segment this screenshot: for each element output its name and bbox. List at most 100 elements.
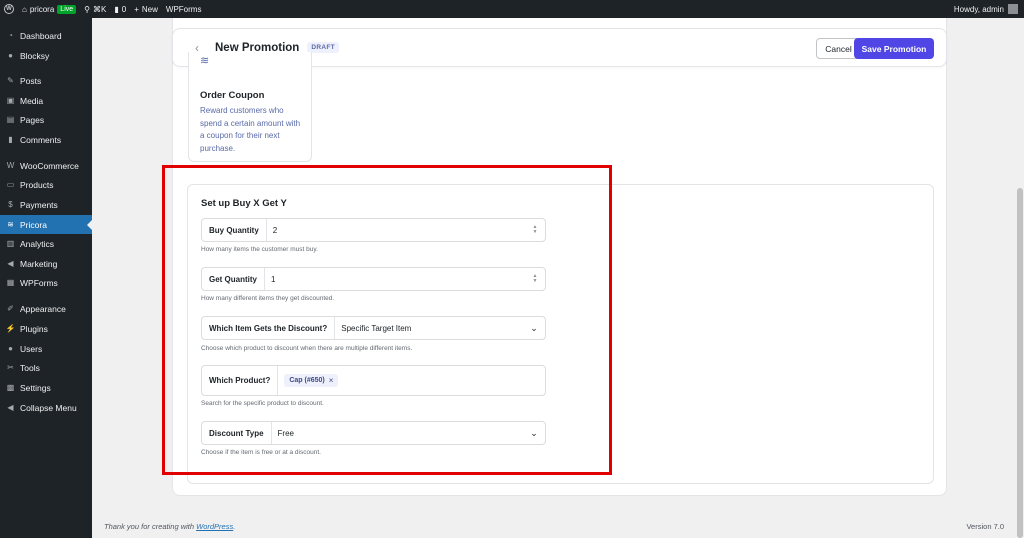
comment-icon: ▮ [8, 135, 13, 144]
coupon-description: Reward customers who spend a certain amo… [200, 106, 301, 153]
buy-quantity-input[interactable]: 2 [267, 219, 530, 241]
sidebar-item-label: Pages [20, 114, 45, 125]
collapse-icon: ◀ [7, 403, 14, 412]
admin-sidebar: ◔ Dashboard ● Blocksy ✎ Posts ▣ Media ▤ Pages… [0, 18, 92, 538]
sidebar-item-label: Settings [20, 382, 51, 393]
buy-x-get-y-section: Set up Buy X Get Y Buy Quantity 2 ▲ ▼ How… [187, 184, 934, 484]
sidebar-item-wpforms[interactable]: ▦ WPForms [0, 273, 92, 292]
quantity-stepper[interactable]: ▲ ▼ [530, 268, 540, 290]
payments-icon: $ [8, 200, 13, 209]
product-search-input[interactable]: Cap (#650) × [278, 366, 545, 395]
sidebar-item-posts[interactable]: ✎ Posts [0, 71, 92, 90]
analytics-icon: ▥ [6, 239, 15, 248]
footer-thanks-prefix: Thank you for creating with [104, 522, 197, 531]
sidebar-item-label: Marketing [20, 258, 58, 269]
megaphone-icon: ◀ [7, 259, 14, 268]
get-quantity-field[interactable]: Get Quantity 1 ▲ ▼ [201, 267, 546, 291]
stepper-down-icon: ▼ [532, 278, 538, 284]
sidebar-item-pricora[interactable]: ≋ Pricora [0, 215, 92, 234]
blocksy-icon: ● [8, 51, 13, 60]
discount-type-help: Choose if the item is free or at a disco… [201, 449, 321, 456]
page-icon: ▤ [6, 115, 15, 124]
admin-bar: W ⌂ pricora Live ⚲ ⌘K ▮ 0 + New WPForms … [0, 0, 1024, 18]
howdy-label: Howdy, admin [953, 4, 1004, 14]
discount-type-value[interactable]: Free [272, 422, 527, 444]
sidebar-item-dashboard[interactable]: ◔ Dashboard [0, 26, 92, 45]
sidebar-item-woocommerce[interactable]: W WooCommerce [0, 156, 92, 175]
quantity-stepper[interactable]: ▲ ▼ [530, 219, 540, 241]
wordpress-logo-menu[interactable]: W [0, 0, 18, 18]
search-icon: ⚲ [84, 4, 90, 14]
get-quantity-input[interactable]: 1 [265, 268, 530, 290]
footer-thanks-suffix: . [233, 522, 236, 531]
comments-count: 0 [121, 4, 127, 14]
sidebar-item-media[interactable]: ▣ Media [0, 91, 92, 110]
plugin-icon: ⚡ [5, 324, 16, 333]
sidebar-item-label: Users [20, 343, 43, 354]
sidebar-item-payments[interactable]: $ Payments [0, 195, 92, 214]
avatar [1008, 4, 1018, 14]
which-item-select[interactable]: Which Item Gets the Discount? Specific T… [201, 316, 546, 340]
account-menu[interactable]: Howdy, admin [954, 4, 1024, 14]
chevron-down-icon[interactable]: ⌄ [527, 422, 541, 444]
sidebar-item-label: Products [20, 179, 54, 190]
save-promotion-button[interactable]: Save Promotion [854, 38, 934, 59]
sidebar-item-plugins[interactable]: ⚡ Plugins [0, 319, 92, 338]
which-product-help: Search for the specific product to disco… [201, 400, 324, 407]
discount-type-select[interactable]: Discount Type Free ⌄ [201, 421, 546, 445]
get-quantity-help: How many different items they get discou… [201, 295, 335, 302]
wpforms-menu[interactable]: WPForms [162, 0, 206, 18]
sidebar-item-users[interactable]: ● Users [0, 339, 92, 358]
sidebar-item-comments[interactable]: ▮ Comments [0, 130, 92, 149]
wordpress-icon: W [4, 4, 14, 14]
dashboard-icon: ◔ [8, 31, 13, 40]
comments-menu[interactable]: ▮ 0 [110, 0, 130, 18]
sidebar-item-settings[interactable]: ▩ Settings [0, 378, 92, 397]
collapse-menu-button[interactable]: ◀ Collapse Menu [0, 398, 92, 417]
sidebar-item-label: WooCommerce [20, 160, 79, 171]
buy-quantity-label: Buy Quantity [202, 219, 267, 241]
status-badge: DRAFT [307, 42, 339, 53]
sidebar-item-tools[interactable]: ✂ Tools [0, 358, 92, 377]
brush-icon: ✐ [7, 304, 14, 313]
plus-icon: + [134, 4, 139, 14]
sidebar-item-label: Blocksy [20, 50, 50, 61]
new-content-menu[interactable]: + New [130, 0, 162, 18]
pin-icon: ✎ [7, 76, 14, 85]
scrollbar-thumb[interactable] [1017, 188, 1023, 538]
sidebar-item-label: Analytics [20, 238, 55, 249]
shortcut-label: ⌘K [93, 4, 107, 14]
products-icon: ▭ [6, 180, 15, 189]
remove-tag-icon[interactable]: × [329, 376, 334, 385]
settings-icon: ▩ [6, 383, 15, 392]
sidebar-item-label: Comments [20, 134, 62, 145]
sidebar-item-products[interactable]: ▭ Products [0, 175, 92, 194]
sidebar-item-appearance[interactable]: ✐ Appearance [0, 299, 92, 318]
site-name: pricora [29, 4, 55, 14]
page-scrollbar[interactable] [1016, 18, 1024, 538]
media-icon: ▣ [6, 96, 15, 105]
buy-quantity-help: How many items the customer must buy. [201, 246, 318, 253]
chevron-down-icon[interactable]: ⌄ [527, 317, 541, 339]
sidebar-item-pages[interactable]: ▤ Pages [0, 110, 92, 129]
woocommerce-icon: W [6, 161, 15, 170]
section-title: Set up Buy X Get Y [201, 198, 287, 209]
sidebar-item-label: Media [20, 95, 44, 106]
product-tag: Cap (#650) × [284, 374, 339, 387]
footer-thanks: Thank you for creating with WordPress. [104, 522, 235, 531]
order-coupon-card[interactable]: ≋ Order Coupon Reward customers who spen… [188, 52, 312, 162]
which-item-help: Choose which product to discount when th… [201, 345, 413, 352]
sidebar-item-blocksy[interactable]: ● Blocksy [0, 46, 92, 65]
buy-quantity-field[interactable]: Buy Quantity 2 ▲ ▼ [201, 218, 546, 242]
site-name-menu[interactable]: ⌂ pricora Live [18, 0, 80, 18]
wpforms-icon: ▦ [6, 278, 15, 287]
wordpress-link[interactable]: WordPress [196, 522, 233, 531]
sidebar-item-analytics[interactable]: ▥ Analytics [0, 234, 92, 253]
pricora-icon: ≋ [7, 220, 14, 229]
sidebar-item-marketing[interactable]: ◀ Marketing [0, 254, 92, 273]
which-product-field[interactable]: Which Product? Cap (#650) × [201, 365, 546, 396]
which-item-value[interactable]: Specific Target Item [335, 317, 527, 339]
wrench-icon: ✂ [7, 363, 14, 372]
command-palette-button[interactable]: ⚲ ⌘K [80, 0, 110, 18]
stepper-down-icon: ▼ [532, 229, 538, 235]
